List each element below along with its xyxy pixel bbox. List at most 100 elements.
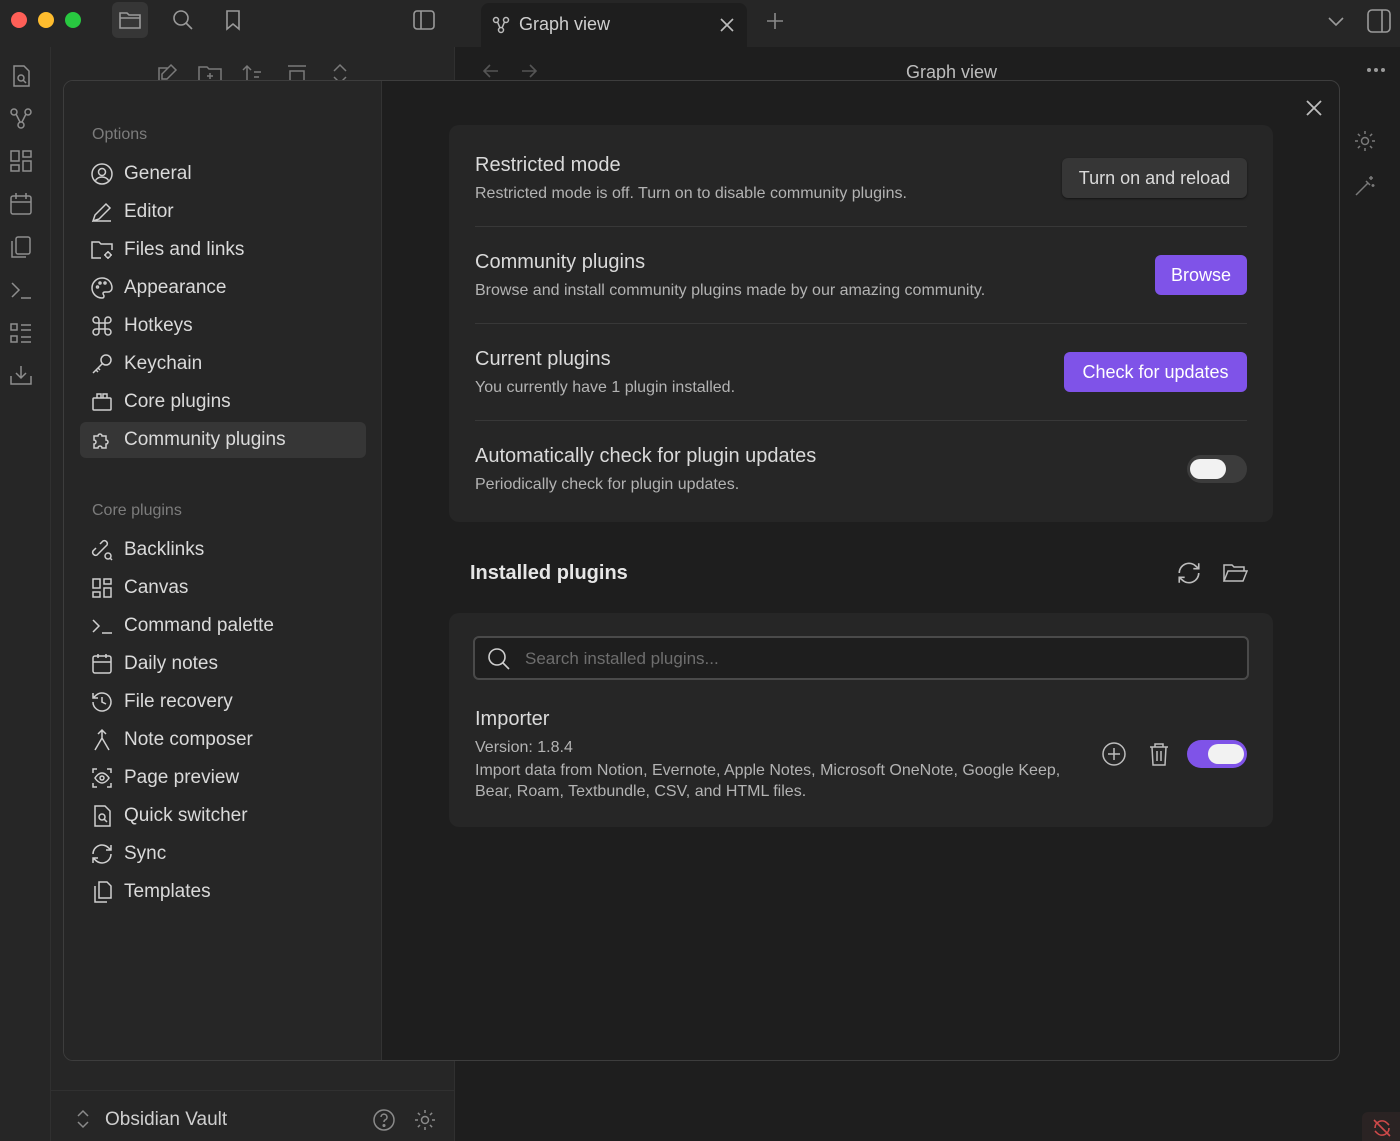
search-installed-plugins-field[interactable]: Search installed plugins... [473,636,1249,680]
pencil-icon [91,202,112,223]
key-icon [92,354,112,374]
current-plugins-desc: You currently have 1 plugin installed. [475,379,736,396]
nav-item-files-and-links[interactable]: Files and links [80,232,366,268]
core-plugins-heading: Core plugins [92,502,182,519]
community-settings-card: Restricted mode Restricted mode is off. … [449,125,1273,522]
help-icon[interactable] [372,1108,396,1132]
nav-item-general[interactable]: General [80,156,366,192]
nav-item-daily-notes[interactable]: Daily notes [80,646,366,682]
toggle-knob [1208,744,1244,764]
close-window-button[interactable] [11,12,27,28]
file-search-icon [94,805,111,827]
more-options-icon[interactable] [1366,67,1386,73]
nav-item-keychain[interactable]: Keychain [80,346,366,382]
toggle-right-sidebar-icon[interactable] [1366,8,1392,34]
community-plugins-desc: Browse and install community plugins mad… [475,282,986,299]
current-plugins-name: Current plugins [475,348,611,370]
canvas-icon[interactable] [8,148,34,174]
auto-check-toggle[interactable] [1187,455,1247,483]
quick-switcher-icon[interactable] [8,63,34,89]
nav-item-quick-switcher[interactable]: Quick switcher [80,798,366,834]
scan-eye-icon [92,768,112,788]
settings-gear-icon[interactable] [413,1108,437,1132]
layout-dashboard-icon [92,578,112,598]
plugin-enable-toggle[interactable] [1187,740,1247,768]
nav-item-editor[interactable]: Editor [80,194,366,230]
tab-title: Graph view [519,14,611,34]
turn-on-and-reload-button[interactable]: Turn on and reload [1062,158,1247,198]
tab-list-chevron-icon[interactable] [1327,14,1345,28]
importer-icon[interactable] [8,363,34,389]
check-for-updates-button[interactable]: Check for updates [1064,352,1247,392]
graph-settings-icon[interactable] [1353,129,1377,153]
search-placeholder: Search installed plugins... [525,649,719,668]
magic-wand-icon[interactable] [1353,174,1377,198]
restricted-mode-name: Restricted mode [475,154,621,176]
palette-icon [91,277,113,299]
nav-item-backlinks[interactable]: Backlinks [80,532,366,568]
auto-check-desc: Periodically check for plugin updates. [475,476,740,493]
settings-modal: Options General Editor Files and links A… [63,80,1340,1061]
divider [475,226,1247,227]
templates-icon[interactable] [8,234,34,260]
bookmark-icon[interactable] [215,2,251,38]
nav-item-appearance[interactable]: Appearance [80,270,366,306]
files-icon [94,881,112,903]
graph-view-icon[interactable] [8,105,34,131]
plug-icon [92,393,112,411]
nav-item-canvas[interactable]: Canvas [80,570,366,606]
restricted-mode-desc: Restricted mode is off. Turn on to disab… [475,185,907,202]
folder-cog-icon [91,241,113,259]
new-tab-icon[interactable] [765,11,785,31]
nav-item-command-palette[interactable]: Command palette [80,608,366,644]
daily-note-icon[interactable] [8,191,34,217]
minimize-window-button[interactable] [38,12,54,28]
back-arrow-icon[interactable] [482,63,500,79]
nav-item-sync[interactable]: Sync [80,836,366,872]
installed-plugins-heading: Installed plugins [470,562,628,584]
vault-switch-chevron-icon[interactable] [76,1109,90,1129]
search-icon [488,648,510,670]
nav-item-note-composer[interactable]: Note composer [80,722,366,758]
reload-plugins-icon[interactable] [1176,560,1202,586]
sync-error-icon [1373,1119,1391,1137]
zoom-window-button[interactable] [65,12,81,28]
file-explorer-icon[interactable] [112,2,148,38]
auto-check-name: Automatically check for plugin updates [475,445,817,467]
options-heading: Options [92,126,148,143]
uninstall-trash-icon[interactable] [1147,741,1171,767]
plugin-options-add-icon[interactable] [1101,741,1127,767]
user-circle-icon [91,163,113,185]
sync-status[interactable] [1362,1112,1400,1141]
puzzle-icon [93,433,109,449]
terminal-icon [92,619,112,634]
calendar-icon [92,654,112,674]
command-icon [92,316,112,336]
title-bar: Graph view [0,0,1400,47]
command-palette-icon[interactable] [8,277,34,303]
browse-button[interactable]: Browse [1155,255,1247,295]
close-modal-icon[interactable] [1305,99,1323,117]
divider [475,323,1247,324]
plugin-description: Import data from Notion, Evernote, Apple… [475,762,1061,800]
outline-icon[interactable] [8,320,34,346]
search-icon[interactable] [165,2,201,38]
history-icon [92,692,112,712]
graph-icon [492,16,510,34]
close-tab-icon[interactable] [719,17,735,33]
community-plugins-name: Community plugins [475,251,646,273]
vault-name[interactable]: Obsidian Vault [105,1109,227,1131]
nav-item-page-preview[interactable]: Page preview [80,760,366,796]
ribbon [0,47,51,1141]
nav-item-community-plugins[interactable]: Community plugins [80,422,366,458]
vault-switcher-bar: Obsidian Vault [51,1090,455,1141]
open-plugins-folder-icon[interactable] [1222,560,1248,586]
nav-item-file-recovery[interactable]: File recovery [80,684,366,720]
tab-graph-view[interactable]: Graph view [481,3,747,47]
settings-nav: Options General Editor Files and links A… [64,81,382,1060]
toggle-left-sidebar-icon[interactable] [406,2,442,38]
nav-item-hotkeys[interactable]: Hotkeys [80,308,366,344]
nav-item-core-plugins[interactable]: Core plugins [80,384,366,420]
nav-item-templates[interactable]: Templates [80,874,366,910]
forward-arrow-icon[interactable] [520,63,538,79]
